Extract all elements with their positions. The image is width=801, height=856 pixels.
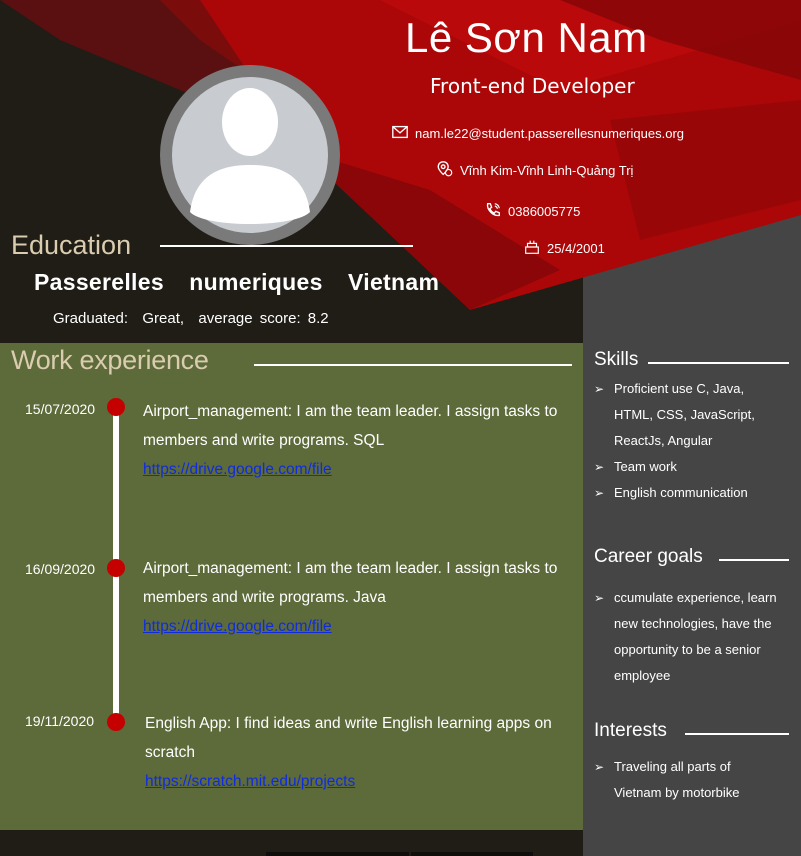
work-link[interactable]: https://drive.google.com/file xyxy=(143,455,563,484)
resume-page: Lê Sơn Nam Front-end Developer nam.le22@… xyxy=(0,0,801,856)
phone-text: 0386005775 xyxy=(508,204,581,219)
address-row: Vĩnh Kim-Vĩnh Linh-Quảng Trị xyxy=(436,160,633,181)
skill-item: English communication xyxy=(594,480,774,506)
graduation-details: Graduated: Great, average score: 8.2 xyxy=(53,310,329,327)
career-item: ccumulate experience, learn new technolo… xyxy=(594,585,794,689)
interests-heading: Interests xyxy=(594,720,667,741)
timeline-dot xyxy=(107,398,125,416)
interest-item: Traveling all parts of Vietnam by motorb… xyxy=(594,754,774,806)
skills-divider xyxy=(648,362,789,364)
envelope-icon xyxy=(391,123,409,144)
work-description: Airport_management: I am the team leader… xyxy=(143,403,558,449)
skills-list: Proficient use C, Java, HTML, CSS, JavaS… xyxy=(594,376,774,506)
work-heading: Work experience xyxy=(11,345,209,375)
work-description: English App: I find ideas and write Engl… xyxy=(145,715,552,761)
email-text: nam.le22@student.passerellesnumeriques.o… xyxy=(415,126,685,141)
work-divider xyxy=(254,364,572,366)
work-item: English App: I find ideas and write Engl… xyxy=(145,709,555,796)
skill-item: Proficient use C, Java, HTML, CSS, JavaS… xyxy=(594,376,774,454)
work-date: 19/11/2020 xyxy=(25,713,95,729)
education-heading: Education xyxy=(11,230,132,260)
career-divider xyxy=(719,559,789,561)
education-divider xyxy=(160,245,413,247)
bottom-block xyxy=(411,852,533,856)
location-pin-icon xyxy=(436,160,454,181)
work-link[interactable]: https://scratch.mit.edu/projects xyxy=(145,767,555,796)
work-item: Airport_management: I am the team leader… xyxy=(143,554,563,641)
birthday-text: 25/4/2001 xyxy=(547,241,605,256)
work-description: Airport_management: I am the team leader… xyxy=(143,560,558,606)
phone-row: 0386005775 xyxy=(484,201,580,222)
interests-list: Traveling all parts of Vietnam by motorb… xyxy=(594,754,774,806)
phone-icon xyxy=(484,201,502,222)
timeline-dot xyxy=(107,559,125,577)
job-title: Front-end Developer xyxy=(430,74,635,98)
school-name: Passerelles numeriques Vietnam xyxy=(34,269,440,295)
bottom-block xyxy=(266,852,409,856)
cake-icon xyxy=(523,238,541,259)
timeline-dot xyxy=(107,713,125,731)
career-heading: Career goals xyxy=(594,546,703,567)
career-list: ccumulate experience, learn new technolo… xyxy=(594,585,794,689)
work-item: Airport_management: I am the team leader… xyxy=(143,397,563,484)
address-text: Vĩnh Kim-Vĩnh Linh-Quảng Trị xyxy=(460,163,634,178)
skill-item: Team work xyxy=(594,454,774,480)
work-date: 15/07/2020 xyxy=(25,401,96,417)
work-date: 16/09/2020 xyxy=(25,561,96,577)
work-link[interactable]: https://drive.google.com/file xyxy=(143,612,563,641)
email-row: nam.le22@student.passerellesnumeriques.o… xyxy=(391,123,684,144)
skills-heading: Skills xyxy=(594,349,639,370)
interests-divider xyxy=(685,733,789,735)
candidate-name: Lê Sơn Nam xyxy=(405,14,648,61)
birthday-row: 25/4/2001 xyxy=(523,238,605,259)
